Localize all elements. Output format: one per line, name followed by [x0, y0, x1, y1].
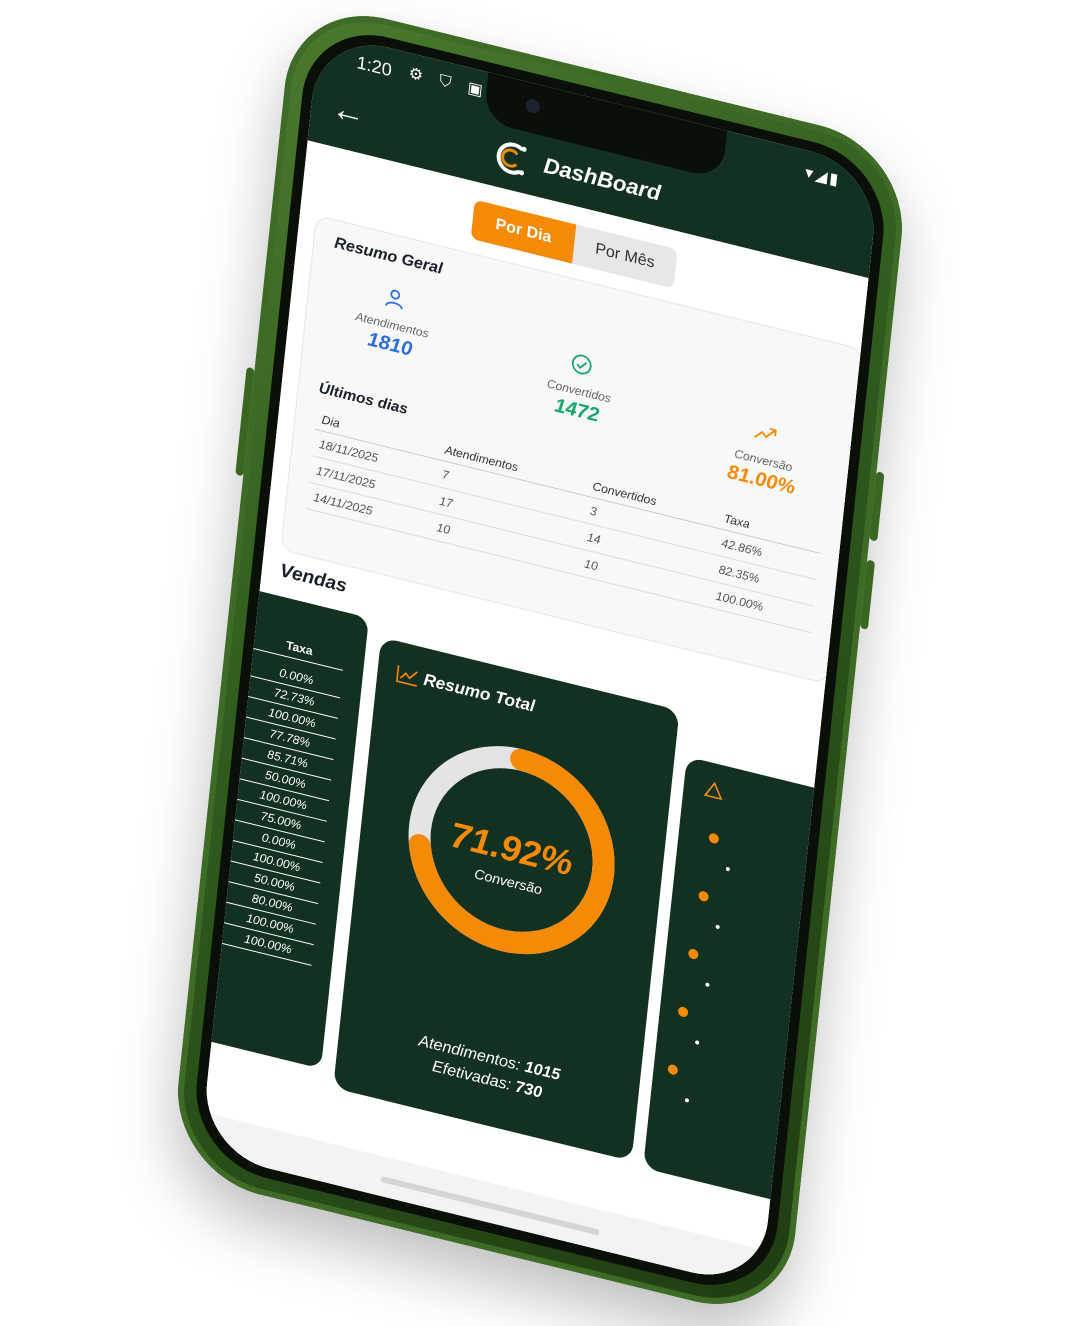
- warning-triangle-icon: [703, 781, 723, 801]
- chart-tick: [705, 982, 710, 988]
- chart-tick: [725, 866, 731, 872]
- app-logo-icon: [496, 142, 527, 176]
- kpi-convertidos: Convertidos 1472: [501, 335, 657, 440]
- chart-tick: [684, 1097, 690, 1103]
- line-chart-icon: [396, 665, 418, 687]
- kpi-atendimentos: Atendimentos 1810: [314, 269, 470, 374]
- dashboard-content: Por Dia Por Mês Resumo Geral Atendimento…: [199, 140, 869, 1290]
- atendimentos-value: 1015: [523, 1058, 561, 1085]
- status-icons-left: ⚙ ⛉ ▣: [407, 64, 490, 102]
- chart-dot: [708, 832, 720, 845]
- taxa-list: 0.00% 72.73% 100.00% 77.78% 85.71% 50.00…: [221, 655, 343, 966]
- status-icons-right: ▾◢▮: [804, 164, 841, 190]
- chart-tick: [694, 1040, 700, 1045]
- resumo-total-card[interactable]: Resumo Total 71.92% Conversão Atendiment…: [333, 637, 680, 1162]
- tab-por-dia[interactable]: Por Dia: [470, 199, 577, 264]
- total-stats: Atendimentos: 1015 Efetivadas: 730: [376, 1019, 600, 1120]
- summary-title: Resumo Geral: [333, 234, 444, 278]
- volume-down-button: [859, 559, 876, 630]
- chart-dot: [698, 890, 710, 903]
- efetivadas-value: 730: [514, 1078, 543, 1102]
- chart-dot: [667, 1063, 679, 1076]
- volume-up-button: [869, 471, 885, 542]
- sales-section-title: Vendas: [279, 560, 348, 598]
- phone-bezel: 1:20 ⚙ ⛉ ▣ ▾◢▮ ← DashBoard Por Dia Por M…: [188, 18, 892, 1302]
- power-button: [235, 366, 255, 477]
- phone-screen: 1:20 ⚙ ⛉ ▣ ▾◢▮ ← DashBoard Por Dia Por M…: [199, 30, 881, 1290]
- kpi-conversao: Conversão 81.00%: [685, 405, 841, 510]
- back-arrow-icon[interactable]: ←: [330, 88, 368, 134]
- chart-tick: [715, 924, 720, 930]
- status-time: 1:20: [355, 52, 393, 81]
- next-chart-card-partial[interactable]: [642, 756, 827, 1203]
- front-camera-icon: [525, 97, 541, 115]
- resumo-total-title: Resumo Total: [422, 669, 536, 716]
- tab-por-mes[interactable]: Por Mês: [572, 224, 678, 288]
- summary-card: Resumo Geral Atendimentos 1810 Convertid…: [280, 214, 864, 685]
- chart-dot: [677, 1005, 689, 1019]
- chart-dot: [687, 947, 699, 961]
- phone-frame: 1:20 ⚙ ⛉ ▣ ▾◢▮ ← DashBoard Por Dia Por M…: [168, 0, 912, 1324]
